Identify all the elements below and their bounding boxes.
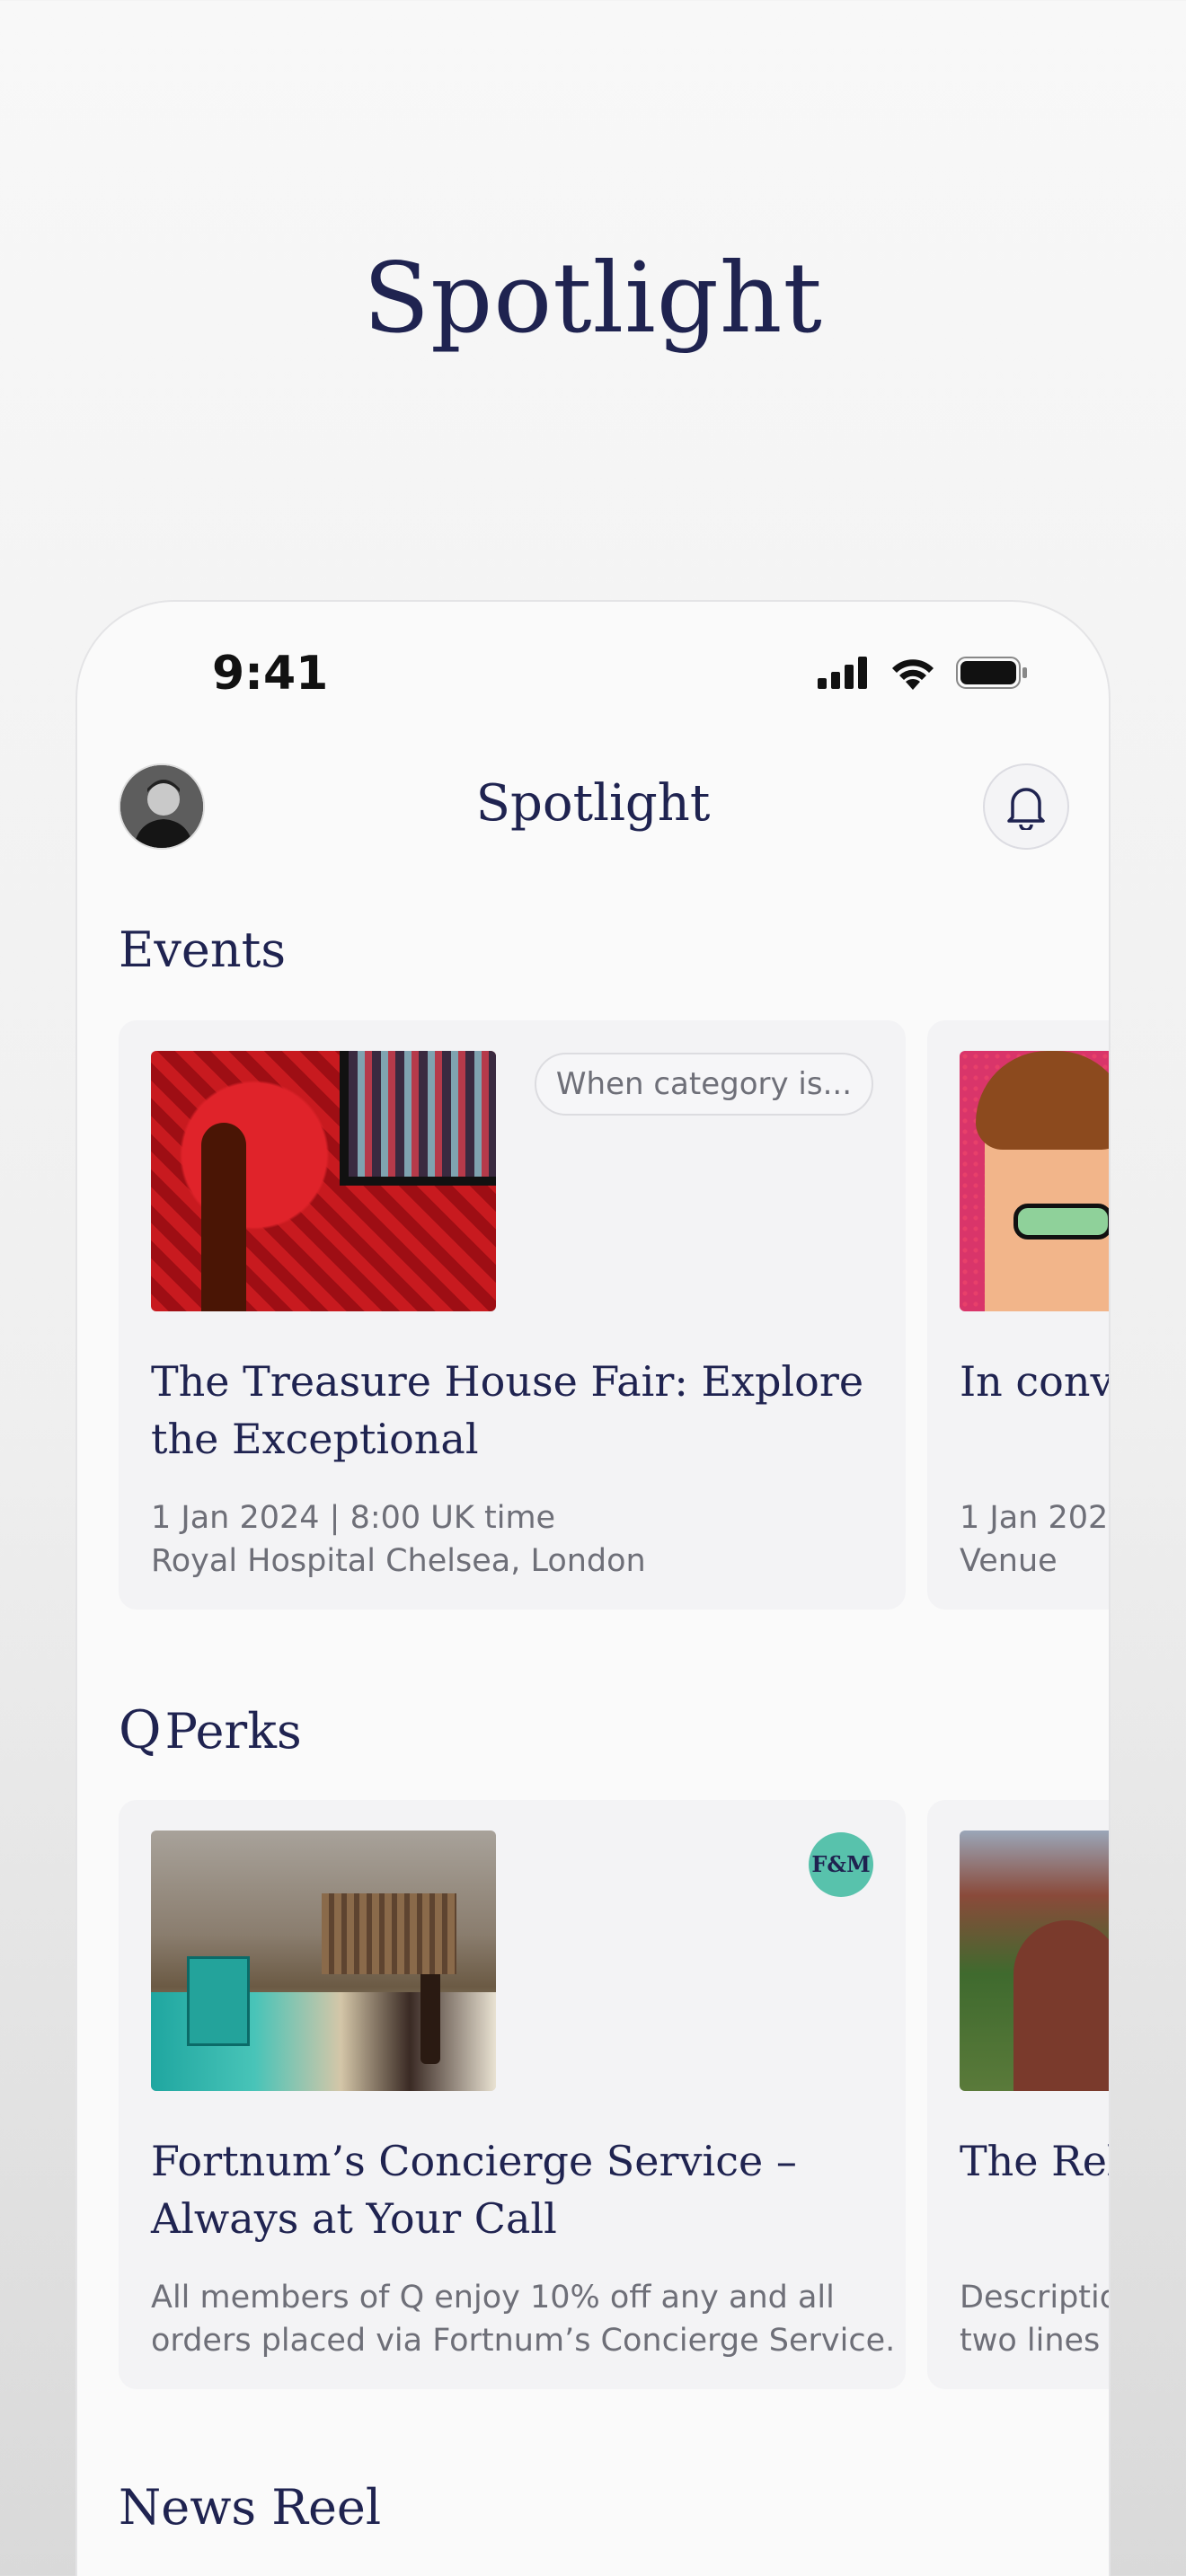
news-section-title: News Reel xyxy=(119,2479,382,2536)
perk-image xyxy=(960,1831,1109,2091)
event-title: The Treasure House Fair: Explore the Exc… xyxy=(151,1357,864,1463)
event-location: Venue xyxy=(960,1543,1058,1579)
perk-card[interactable]: F&M Fortnum’s Concierge Service – Always… xyxy=(119,1800,906,2389)
bell-icon xyxy=(1007,788,1045,830)
events-section-title: Events xyxy=(119,922,287,978)
event-date: 1 Jan 2024 | 8:00 UK time xyxy=(151,1500,556,1536)
hero-title: Spotlight xyxy=(363,243,823,355)
perk-description-line: Description xyxy=(960,2280,1109,2316)
header-title: Spotlight xyxy=(475,774,711,833)
event-meta: 1 Jan 2024 Venue xyxy=(960,1496,1109,1583)
event-card[interactable]: In conversation with broadcaster 1 Jan 2… xyxy=(927,1020,1109,1610)
signal-icon xyxy=(818,657,867,689)
events-carousel[interactable]: When category is... The Treasure House F… xyxy=(119,1020,1109,1613)
event-date: 1 Jan 2024 xyxy=(960,1500,1109,1536)
q-logo: Q xyxy=(119,1699,162,1760)
event-image xyxy=(960,1051,1109,1311)
event-meta: 1 Jan 2024 | 8:00 UK time Royal Hospital… xyxy=(151,1496,888,1583)
phone-frame: 9:41 Spotlight Events When category is..… xyxy=(75,600,1111,2576)
perk-description: Description two lines max xyxy=(960,2276,1109,2362)
event-card[interactable]: When category is... The Treasure House F… xyxy=(119,1020,906,1610)
perk-description: All members of Q enjoy 10% off any and a… xyxy=(151,2276,896,2362)
partner-badge: F&M xyxy=(809,1832,873,1897)
battery-icon xyxy=(956,657,1027,689)
perk-image xyxy=(151,1831,496,2091)
event-title: In conversation with broadcaster xyxy=(960,1357,1109,1406)
perks-title-text: Perks xyxy=(164,1703,302,1760)
status-time: 9:41 xyxy=(212,647,329,701)
event-image xyxy=(151,1051,496,1311)
perk-card[interactable]: The Relais Cooden Description two lines … xyxy=(927,1800,1109,2389)
perk-description-line: orders placed via Fortnum’s Concierge Se… xyxy=(151,2323,896,2359)
perk-description-line: All members of Q enjoy 10% off any and a… xyxy=(151,2280,835,2316)
wifi-icon xyxy=(892,659,934,690)
perks-carousel[interactable]: F&M Fortnum’s Concierge Service – Always… xyxy=(119,1800,1109,2393)
category-chip[interactable]: When category is... xyxy=(534,1053,873,1116)
status-icons xyxy=(818,656,1028,690)
perk-title: The Relais Cooden xyxy=(960,2137,1109,2185)
perks-section-title: QPerks xyxy=(119,1699,302,1760)
perk-title: Fortnum’s Concierge Service – Always at … xyxy=(151,2137,797,2243)
perk-description-line: two lines max xyxy=(960,2323,1109,2359)
event-location: Royal Hospital Chelsea, London xyxy=(151,1543,646,1579)
notifications-button[interactable] xyxy=(983,763,1069,850)
